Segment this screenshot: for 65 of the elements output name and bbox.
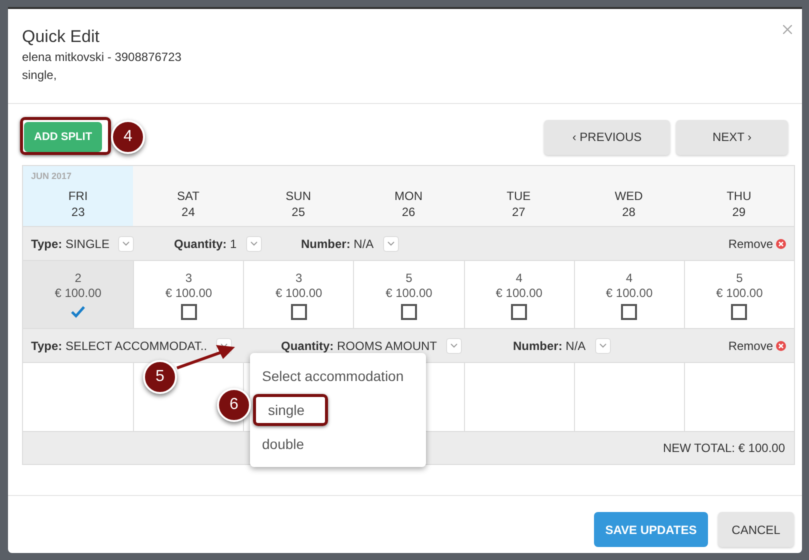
weekday-label: SAT <box>176 188 200 204</box>
date-label: 28 <box>622 204 636 220</box>
chevron-down-icon <box>450 343 458 348</box>
room-count: 3 <box>185 271 192 286</box>
remove-icon <box>776 238 786 248</box>
room-count: 2 <box>74 271 82 286</box>
room-count: 5 <box>736 271 743 286</box>
date-label: 27 <box>512 204 526 220</box>
date-label: 23 <box>71 204 85 220</box>
subtitle-text: single, <box>22 67 58 84</box>
month-label: JUN 2017 <box>31 170 72 183</box>
remove-icon <box>776 340 786 350</box>
field-text: Quantity: 1 <box>174 236 237 252</box>
dropdown-toggle[interactable] <box>447 338 462 352</box>
dropdown-toggle[interactable] <box>246 236 261 250</box>
dropdown-toggle[interactable] <box>384 236 398 250</box>
next-button[interactable]: NEXT › <box>676 120 788 154</box>
weekday-label: SUN <box>286 188 312 204</box>
total-text: NEW TOTAL: € 100.00 <box>662 440 785 457</box>
price-text: € 100.00 <box>275 286 322 301</box>
weekday-label: TUE <box>506 188 531 204</box>
price-text: € 100.00 <box>386 286 432 301</box>
field-text: Quantity: ROOMS AMOUNT <box>281 338 438 354</box>
checkbox[interactable] <box>290 304 307 320</box>
price-text: € 100.00 <box>496 286 542 301</box>
weekday-label: WED <box>614 188 643 204</box>
room-count: 5 <box>406 271 412 286</box>
price-text: € 100.00 <box>54 286 102 301</box>
checkbox[interactable] <box>400 304 417 320</box>
dropdown-toggle[interactable] <box>596 338 610 352</box>
field-text: Type: SELECT ACCOMMODAT.. <box>31 338 208 354</box>
price-text: € 100.00 <box>606 286 653 301</box>
price-text: € 100.00 <box>165 286 212 301</box>
room-count: 4 <box>626 271 633 286</box>
chevron-down-icon <box>122 241 130 246</box>
date-label: 24 <box>182 204 195 220</box>
field-text: Type: SINGLE <box>31 236 110 252</box>
remove-button[interactable]: Remove <box>728 336 786 354</box>
weekday-label: THU <box>726 188 752 204</box>
chevron-down-icon <box>598 343 607 348</box>
dropdown-option[interactable]: single <box>253 394 328 426</box>
checkbox[interactable] <box>180 304 197 320</box>
cancel-button[interactable]: CANCEL <box>718 512 794 547</box>
date-label: 29 <box>732 204 746 220</box>
weekday-label: MON <box>394 188 422 204</box>
chevron-down-icon <box>250 241 258 246</box>
dropdown-option[interactable]: double <box>250 434 316 454</box>
date-label: 26 <box>402 204 416 220</box>
checkbox[interactable] <box>621 304 638 320</box>
dropdown-option[interactable]: Select accommodation <box>250 366 416 386</box>
field-text: Number: N/A <box>513 338 586 354</box>
checkbox[interactable] <box>731 304 748 320</box>
field-text: Number: N/A <box>301 236 374 252</box>
dialog-title: Quick Edit <box>22 26 100 48</box>
remove-button[interactable]: Remove <box>728 234 786 252</box>
price-text: € 100.00 <box>716 286 763 301</box>
room-count: 4 <box>516 271 522 286</box>
weekday-label: FRI <box>68 188 88 204</box>
chevron-down-icon <box>386 241 395 246</box>
room-count: 3 <box>296 271 302 286</box>
previous-button[interactable]: ‹ PREVIOUS <box>544 120 670 154</box>
subtitle-text: elena mitkovski - 3908876723 <box>22 49 182 66</box>
date-label: 25 <box>292 204 306 220</box>
dropdown-toggle[interactable] <box>119 236 134 250</box>
checkbox[interactable] <box>511 304 528 320</box>
